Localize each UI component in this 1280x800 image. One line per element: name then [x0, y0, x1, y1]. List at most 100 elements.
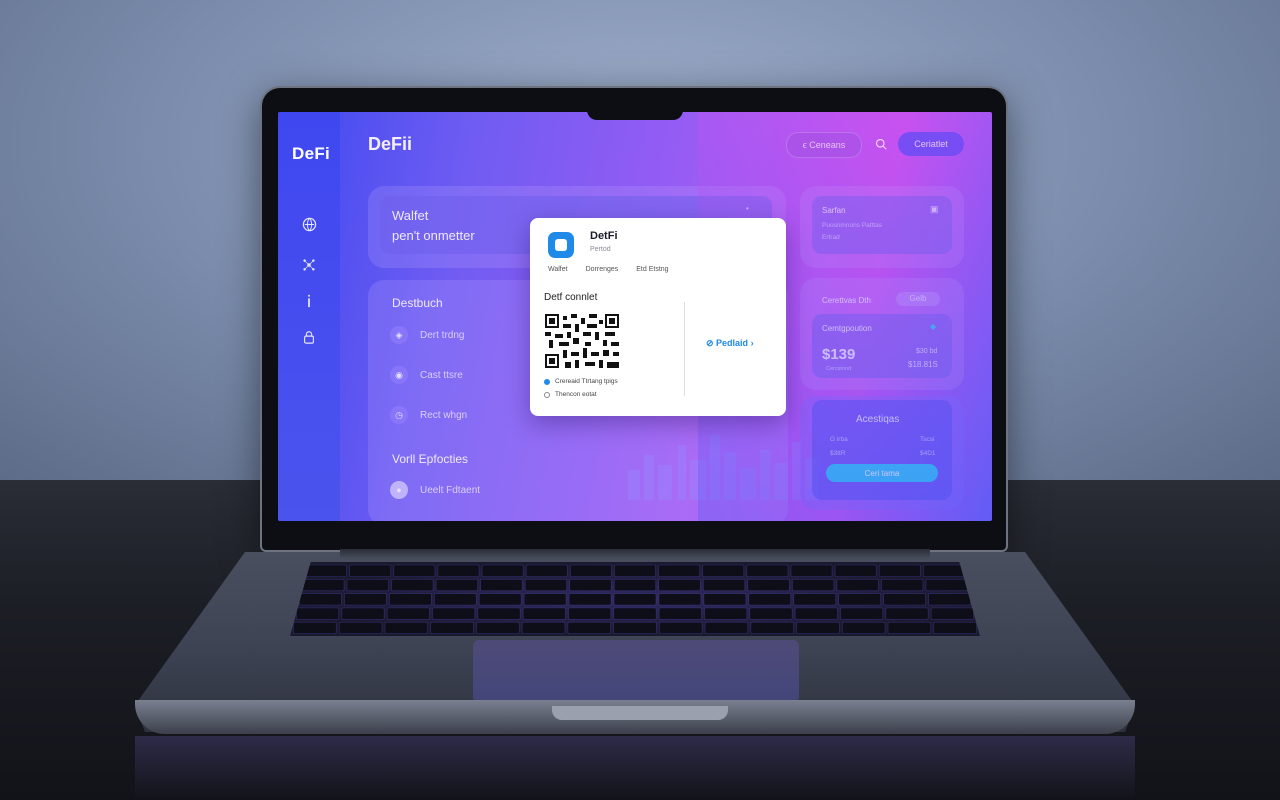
keyboard-key[interactable] — [883, 593, 926, 606]
keyboard-key[interactable] — [393, 564, 436, 577]
trackpad[interactable] — [473, 640, 799, 702]
list-item[interactable]: ● Ueelt Fdtaent — [390, 481, 480, 499]
keyboard-key[interactable] — [746, 564, 789, 577]
keyboard-key[interactable] — [389, 593, 432, 606]
keyboard-key[interactable] — [305, 564, 347, 577]
keyboard-key[interactable] — [796, 621, 840, 635]
keyboard-key[interactable] — [841, 621, 886, 635]
settings-icon[interactable]: ▣ — [930, 204, 939, 215]
keyboard-key[interactable] — [928, 593, 971, 606]
keyboard-key[interactable] — [794, 607, 838, 620]
keyboard-key[interactable] — [702, 578, 746, 592]
proceed-link[interactable]: ⊘ Pedlaid › — [706, 338, 754, 349]
sidebar-logo[interactable]: DeFi — [292, 144, 330, 164]
keyboard-key[interactable] — [338, 621, 383, 635]
accessories-button[interactable]: Ceri tama — [826, 464, 938, 482]
keyboard-key[interactable] — [613, 578, 657, 592]
keyboard-key[interactable] — [613, 593, 657, 606]
keyboard-key[interactable] — [568, 607, 612, 620]
keyboard-key[interactable] — [525, 564, 568, 577]
stats-chip[interactable]: Gelb — [896, 292, 940, 306]
keyboard-key[interactable] — [296, 607, 340, 620]
keyboard-key[interactable] — [386, 607, 430, 620]
keyboard-key[interactable] — [933, 621, 977, 635]
info-icon[interactable] — [300, 292, 318, 310]
keyboard-key[interactable] — [522, 607, 566, 620]
keyboard-key[interactable] — [437, 564, 480, 577]
keyboard-key[interactable] — [521, 621, 566, 635]
keyboard-key[interactable] — [568, 593, 612, 606]
keyboard-key[interactable] — [346, 578, 389, 592]
option-row[interactable]: Thencon eotat — [544, 391, 597, 398]
connect-button[interactable]: Ceriatlet — [898, 132, 964, 156]
keyboard-key[interactable] — [793, 593, 836, 606]
keyboard-key[interactable] — [430, 621, 474, 635]
list-item[interactable]: ◷ Rect whgn — [390, 406, 467, 424]
keyboard-key[interactable] — [704, 607, 748, 620]
summary-card[interactable]: Sarfan Puosnmnons Patttas Ertrad ▣ — [812, 196, 952, 254]
keyboard-key[interactable] — [923, 564, 965, 577]
keyboard-key[interactable] — [614, 564, 656, 577]
keyboard-key[interactable] — [613, 621, 657, 635]
keyboard[interactable] — [290, 562, 980, 636]
keyboard-key[interactable] — [613, 607, 657, 620]
keyboard-key[interactable] — [344, 593, 387, 606]
keyboard-key[interactable] — [659, 621, 703, 635]
keyboard-key[interactable] — [481, 564, 524, 577]
keyboard-key[interactable] — [477, 607, 521, 620]
keyboard-key[interactable] — [567, 621, 611, 635]
keyboard-key[interactable] — [878, 564, 921, 577]
keyboard-key[interactable] — [384, 621, 429, 635]
keyboard-key[interactable] — [349, 564, 392, 577]
tab-existing[interactable]: Etd Etstng — [636, 266, 668, 273]
keyboard-key[interactable] — [702, 564, 745, 577]
keyboard-key[interactable] — [432, 607, 476, 620]
list-item[interactable]: ◈ Dert trdng — [390, 326, 464, 344]
keyboard-key[interactable] — [838, 593, 881, 606]
option-row[interactable]: Crereaid Ttrtang tpigs — [544, 378, 618, 385]
keyboard-key[interactable] — [750, 621, 794, 635]
lock-icon[interactable] — [300, 328, 318, 346]
keyboard-key[interactable] — [658, 607, 702, 620]
keyboard-key[interactable] — [925, 578, 968, 592]
keyboard-key[interactable] — [523, 593, 567, 606]
globe-icon[interactable] — [300, 215, 318, 233]
keyboard-key[interactable] — [302, 578, 345, 592]
keyboard-key[interactable] — [792, 578, 835, 592]
qr-code[interactable] — [545, 314, 619, 368]
keyboard-key[interactable] — [834, 564, 877, 577]
keyboard-key[interactable] — [930, 607, 974, 620]
keyboard-key[interactable] — [480, 578, 523, 592]
keyboard-key[interactable] — [885, 607, 929, 620]
keyboard-key[interactable] — [703, 593, 747, 606]
keyboard-key[interactable] — [299, 593, 342, 606]
keyboard-key[interactable] — [748, 593, 792, 606]
keyboard-key[interactable] — [887, 621, 932, 635]
keyboard-key[interactable] — [478, 593, 522, 606]
keyboard-key[interactable] — [293, 621, 337, 635]
network-icon[interactable] — [300, 256, 318, 274]
keyboard-key[interactable] — [569, 578, 612, 592]
keyboard-key[interactable] — [790, 564, 833, 577]
list-item[interactable]: ◉ Cast ttsre — [390, 366, 463, 384]
keyboard-key[interactable] — [341, 607, 385, 620]
radio-selected-icon[interactable] — [544, 378, 550, 385]
keyboard-key[interactable] — [569, 564, 612, 577]
keyboard-key[interactable] — [836, 578, 879, 592]
radio-icon[interactable] — [544, 391, 550, 398]
keyboard-key[interactable] — [881, 578, 924, 592]
keyboard-key[interactable] — [434, 593, 477, 606]
tab-exchanges[interactable]: Dorrenges — [586, 266, 619, 273]
keyboard-key[interactable] — [747, 578, 790, 592]
status-pill[interactable]: ϵ Ceneans — [786, 132, 862, 158]
keyboard-key[interactable] — [524, 578, 568, 592]
keyboard-key[interactable] — [435, 578, 478, 592]
keyboard-key[interactable] — [658, 578, 701, 592]
tab-wallet[interactable]: Walfet — [548, 266, 568, 273]
keyboard-key[interactable] — [658, 564, 701, 577]
keyboard-key[interactable] — [704, 621, 749, 635]
keyboard-key[interactable] — [658, 593, 702, 606]
search-icon[interactable] — [870, 132, 892, 156]
keyboard-key[interactable] — [391, 578, 434, 592]
keyboard-key[interactable] — [749, 607, 793, 620]
